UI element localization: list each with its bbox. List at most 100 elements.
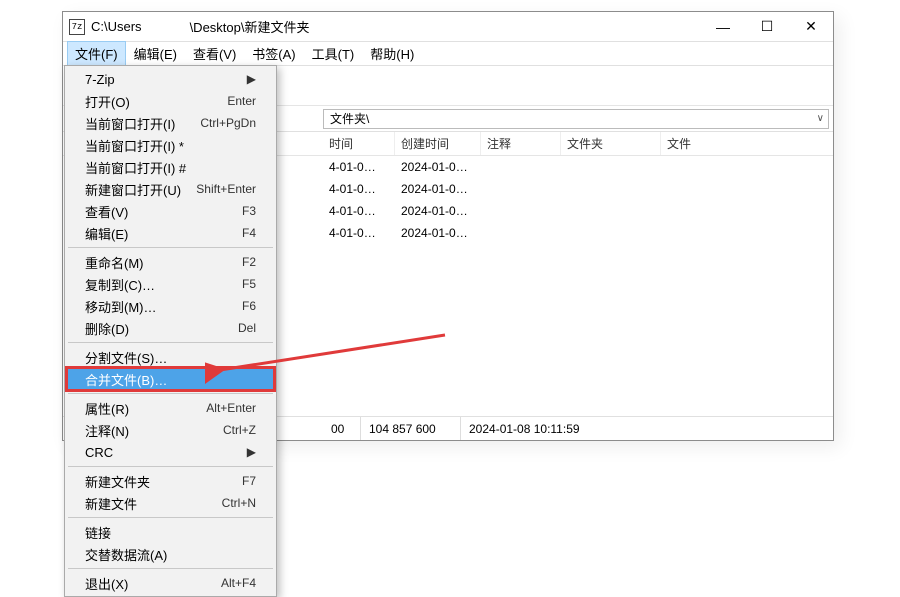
close-button[interactable]: ✕	[789, 12, 833, 41]
menu-item-shortcut: F3	[242, 204, 256, 218]
menu-item-label: 打开(O)	[85, 92, 227, 111]
menu-item[interactable]: 新建文件Ctrl+N	[67, 492, 274, 514]
menu-tools[interactable]: 工具(T)	[304, 41, 363, 66]
menu-item[interactable]: 新建文件夹F7	[67, 470, 274, 492]
menu-item[interactable]: 退出(X)Alt+F4	[67, 572, 274, 594]
col-folder[interactable]: 文件夹	[561, 132, 661, 155]
maximize-button[interactable]: ☐	[745, 12, 789, 41]
menu-item-label: 查看(V)	[85, 202, 242, 221]
col-file[interactable]: 文件	[661, 132, 741, 155]
menu-item-label: 7-Zip	[85, 72, 247, 87]
cell-modtime: 4-01-0…	[323, 226, 395, 240]
menu-item[interactable]: 注释(N)Ctrl+Z	[67, 419, 274, 441]
menu-item[interactable]: 编辑(E)F4	[67, 222, 274, 244]
menu-item-shortcut: Alt+F4	[221, 576, 256, 590]
titlebar: 7z C:\Users \Desktop\新建文件夹 — ☐ ✕	[63, 12, 833, 42]
menu-item[interactable]: 打开(O)Enter	[67, 90, 274, 112]
menu-help[interactable]: 帮助(H)	[362, 41, 422, 66]
menu-item-label: 重命名(M)	[85, 253, 242, 272]
cell-modtime: 4-01-0…	[323, 204, 395, 218]
menu-item-label: 新建文件	[85, 494, 222, 513]
menu-item-shortcut: F2	[242, 255, 256, 269]
menu-item[interactable]: 重命名(M)F2	[67, 251, 274, 273]
menu-file[interactable]: 文件(F)	[67, 41, 126, 66]
menu-separator	[68, 466, 273, 467]
menu-item-label: 复制到(C)…	[85, 275, 242, 294]
menu-item-label: 链接	[85, 523, 256, 542]
menu-item-label: 交替数据流(A)	[85, 545, 256, 564]
menu-item-shortcut: F4	[242, 226, 256, 240]
menu-item-label: 编辑(E)	[85, 224, 242, 243]
menu-item-label: 合并文件(B)…	[85, 370, 256, 389]
menu-separator	[68, 568, 273, 569]
address-input[interactable]: 文件夹\ ∨	[323, 109, 829, 129]
menu-separator	[68, 517, 273, 518]
menu-edit[interactable]: 编辑(E)	[126, 41, 185, 66]
menu-item[interactable]: 复制到(C)…F5	[67, 273, 274, 295]
menu-item[interactable]: 分割文件(S)…	[67, 346, 274, 368]
menu-item[interactable]: 移动到(M)…F6	[67, 295, 274, 317]
title-path-suffix: \Desktop\新建文件夹	[190, 17, 310, 36]
status-cell-2: 104 857 600	[361, 417, 461, 440]
title-path-prefix: C:\Users	[91, 19, 142, 34]
menu-item-label: 当前窗口打开(I)	[85, 114, 200, 133]
app-icon: 7z	[69, 19, 85, 35]
menu-item[interactable]: 查看(V)F3	[67, 200, 274, 222]
minimize-button[interactable]: —	[701, 12, 745, 41]
menu-item-label: 新建文件夹	[85, 472, 242, 491]
menu-item[interactable]: 交替数据流(A)	[67, 543, 274, 565]
menu-item[interactable]: 当前窗口打开(I)Ctrl+PgDn	[67, 112, 274, 134]
file-menu-dropdown: 7-Zip▶打开(O)Enter当前窗口打开(I)Ctrl+PgDn当前窗口打开…	[64, 65, 277, 597]
menu-item[interactable]: 合并文件(B)…	[67, 368, 274, 390]
menu-item-label: 属性(R)	[85, 399, 206, 418]
submenu-arrow-icon: ▶	[247, 445, 256, 459]
menu-item[interactable]: 新建窗口打开(U)Shift+Enter	[67, 178, 274, 200]
submenu-arrow-icon: ▶	[247, 72, 256, 86]
menu-item-label: CRC	[85, 445, 247, 460]
menu-item[interactable]: 链接	[67, 521, 274, 543]
menu-item-shortcut: Del	[238, 321, 256, 335]
title-redacted	[142, 21, 190, 33]
menu-item-shortcut: F6	[242, 299, 256, 313]
address-text: 文件夹\	[330, 110, 369, 127]
status-cell-1: 00	[323, 417, 361, 440]
menu-item-shortcut: F7	[242, 474, 256, 488]
status-cell-3: 2024-01-08 10:11:59	[461, 417, 833, 440]
menu-item-label: 移动到(M)…	[85, 297, 242, 316]
menu-view[interactable]: 查看(V)	[185, 41, 244, 66]
window-controls: — ☐ ✕	[701, 12, 833, 41]
menu-item-label: 当前窗口打开(I) #	[85, 158, 256, 177]
col-modtime[interactable]: 时间	[323, 132, 395, 155]
menu-item[interactable]: 删除(D)Del	[67, 317, 274, 339]
menu-item[interactable]: 当前窗口打开(I) #	[67, 156, 274, 178]
cell-modtime: 4-01-0…	[323, 182, 395, 196]
menu-separator	[68, 342, 273, 343]
cell-ctime: 2024-01-0…	[395, 226, 481, 240]
menu-item-label: 退出(X)	[85, 574, 221, 593]
address-dropdown-icon[interactable]: ∨	[817, 113, 824, 124]
menu-item-shortcut: F5	[242, 277, 256, 291]
menu-item-shortcut: Alt+Enter	[206, 401, 256, 415]
menu-separator	[68, 247, 273, 248]
cell-ctime: 2024-01-0…	[395, 204, 481, 218]
menu-item-label: 删除(D)	[85, 319, 238, 338]
cell-ctime: 2024-01-0…	[395, 182, 481, 196]
menu-bookmarks[interactable]: 书签(A)	[244, 41, 303, 66]
menu-item[interactable]: 7-Zip▶	[67, 68, 274, 90]
menu-item-label: 当前窗口打开(I) *	[85, 136, 256, 155]
cell-ctime: 2024-01-0…	[395, 160, 481, 174]
col-ctime[interactable]: 创建时间	[395, 132, 481, 155]
menu-item-shortcut: Shift+Enter	[196, 182, 256, 196]
menu-item-label: 分割文件(S)…	[85, 348, 256, 367]
menu-item-shortcut: Ctrl+Z	[223, 423, 256, 437]
menu-item[interactable]: CRC▶	[67, 441, 274, 463]
cell-modtime: 4-01-0…	[323, 160, 395, 174]
menu-item[interactable]: 当前窗口打开(I) *	[67, 134, 274, 156]
menu-item-label: 注释(N)	[85, 421, 223, 440]
menu-item-shortcut: Enter	[227, 94, 256, 108]
menu-item-shortcut: Ctrl+PgDn	[200, 116, 256, 130]
menu-item[interactable]: 属性(R)Alt+Enter	[67, 397, 274, 419]
menu-item-label: 新建窗口打开(U)	[85, 180, 196, 199]
menu-separator	[68, 393, 273, 394]
col-comment[interactable]: 注释	[481, 132, 561, 155]
